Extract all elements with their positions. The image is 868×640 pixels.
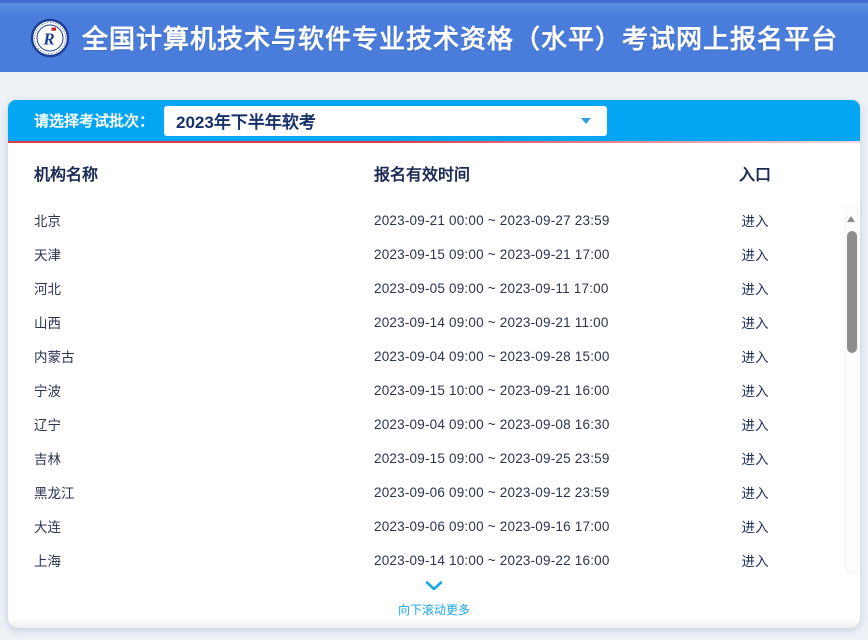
- org-name-cell: 辽宁: [34, 414, 374, 434]
- batch-select-label: 请选择考试批次：: [34, 110, 154, 131]
- registration-time-cell: 2023-09-15 09:00 ~ 2023-09-25 23:59: [374, 451, 690, 466]
- scrollbar-up-arrow-icon[interactable]: [847, 216, 855, 222]
- org-name-cell: 吉林: [34, 448, 374, 468]
- app-header: R 全国计算机技术与软件专业技术资格（水平）考试网上报名平台: [0, 0, 868, 72]
- table-row: 辽宁 2023-09-04 09:00 ~ 2023-09-08 16:30 进…: [8, 407, 860, 441]
- scrollbar-track[interactable]: [845, 205, 858, 573]
- enter-link[interactable]: 进入: [690, 482, 820, 502]
- exam-batch-dropdown[interactable]: 2023年下半年软考: [164, 106, 607, 136]
- table-row: 北京 2023-09-21 00:00 ~ 2023-09-27 23:59 进…: [8, 203, 860, 237]
- org-name-cell: 北京: [34, 210, 374, 230]
- registration-time-cell: 2023-09-04 09:00 ~ 2023-09-28 15:00: [374, 349, 690, 364]
- column-header-entry: 入口: [690, 161, 820, 185]
- org-name-cell: 黑龙江: [34, 482, 374, 502]
- org-name-cell: 山西: [34, 312, 374, 332]
- registration-time-cell: 2023-09-21 00:00 ~ 2023-09-27 23:59: [374, 213, 690, 228]
- enter-link[interactable]: 进入: [690, 278, 820, 298]
- enter-link[interactable]: 进入: [690, 516, 820, 536]
- org-name-cell: 天津: [34, 244, 374, 264]
- registration-time-cell: 2023-09-06 09:00 ~ 2023-09-16 17:00: [374, 519, 690, 534]
- batch-selector-bar: 请选择考试批次： 2023年下半年软考: [8, 100, 860, 141]
- registration-time-cell: 2023-09-15 10:00 ~ 2023-09-21 16:00: [374, 383, 690, 398]
- table-rows-container: 北京 2023-09-21 00:00 ~ 2023-09-27 23:59 进…: [8, 203, 860, 577]
- table-row: 山西 2023-09-14 09:00 ~ 2023-09-21 11:00 进…: [8, 305, 860, 339]
- column-header-org: 机构名称: [34, 161, 374, 185]
- enter-link[interactable]: 进入: [690, 550, 820, 570]
- svg-text:R: R: [42, 29, 54, 48]
- registration-time-cell: 2023-09-15 09:00 ~ 2023-09-21 17:00: [374, 247, 690, 262]
- table-row: 天津 2023-09-15 09:00 ~ 2023-09-21 17:00 进…: [8, 237, 860, 271]
- org-name-cell: 宁波: [34, 380, 374, 400]
- exam-batch-selected-value: 2023年下半年软考: [176, 108, 316, 133]
- org-name-cell: 大连: [34, 516, 374, 536]
- enter-link[interactable]: 进入: [690, 380, 820, 400]
- table-row: 宁波 2023-09-15 10:00 ~ 2023-09-21 16:00 进…: [8, 373, 860, 407]
- org-name-cell: 内蒙古: [34, 346, 374, 366]
- org-name-cell: 上海: [34, 550, 374, 570]
- enter-link[interactable]: 进入: [690, 346, 820, 366]
- enter-link[interactable]: 进入: [690, 414, 820, 434]
- registration-time-cell: 2023-09-04 09:00 ~ 2023-09-08 16:30: [374, 417, 690, 432]
- rkb-exam-logo-icon: R: [30, 18, 70, 58]
- registration-time-cell: 2023-09-14 09:00 ~ 2023-09-21 11:00: [374, 315, 690, 330]
- org-name-cell: 河北: [34, 278, 374, 298]
- registration-time-cell: 2023-09-05 09:00 ~ 2023-09-11 17:00: [374, 281, 690, 296]
- table-row: 内蒙古 2023-09-04 09:00 ~ 2023-09-28 15:00 …: [8, 339, 860, 373]
- table-row: 大连 2023-09-06 09:00 ~ 2023-09-16 17:00 进…: [8, 509, 860, 543]
- table-row: 上海 2023-09-14 10:00 ~ 2023-09-22 16:00 进…: [8, 543, 860, 577]
- enter-link[interactable]: 进入: [690, 448, 820, 468]
- table-row: 河北 2023-09-05 09:00 ~ 2023-09-11 17:00 进…: [8, 271, 860, 305]
- enter-link[interactable]: 进入: [690, 210, 820, 230]
- scrollbar-thumb[interactable]: [847, 231, 857, 353]
- table-header-row: 机构名称 报名有效时间 入口: [8, 143, 860, 203]
- column-header-time: 报名有效时间: [374, 161, 690, 185]
- scroll-more-hint: 向下滚动更多: [8, 577, 860, 630]
- table-row: 吉林 2023-09-15 09:00 ~ 2023-09-25 23:59 进…: [8, 441, 860, 475]
- enter-link[interactable]: 进入: [690, 312, 820, 332]
- chevron-down-hint-icon: [424, 580, 444, 592]
- main-panel: 请选择考试批次： 2023年下半年软考 机构名称 报名有效时间 入口 北京 20…: [8, 100, 860, 628]
- chevron-down-icon: [581, 118, 591, 124]
- registration-time-cell: 2023-09-06 09:00 ~ 2023-09-12 23:59: [374, 485, 690, 500]
- page-title: 全国计算机技术与软件专业技术资格（水平）考试网上报名平台: [82, 19, 838, 56]
- table-body[interactable]: 北京 2023-09-21 00:00 ~ 2023-09-27 23:59 进…: [8, 203, 860, 577]
- exam-registration-page: { "header": { "title": "全国计算机技术与软件专业技术资格…: [0, 0, 868, 640]
- registration-time-cell: 2023-09-14 10:00 ~ 2023-09-22 16:00: [374, 553, 690, 568]
- scroll-more-hint-text: 向下滚动更多: [8, 601, 860, 618]
- table-row: 黑龙江 2023-09-06 09:00 ~ 2023-09-12 23:59 …: [8, 475, 860, 509]
- enter-link[interactable]: 进入: [690, 244, 820, 264]
